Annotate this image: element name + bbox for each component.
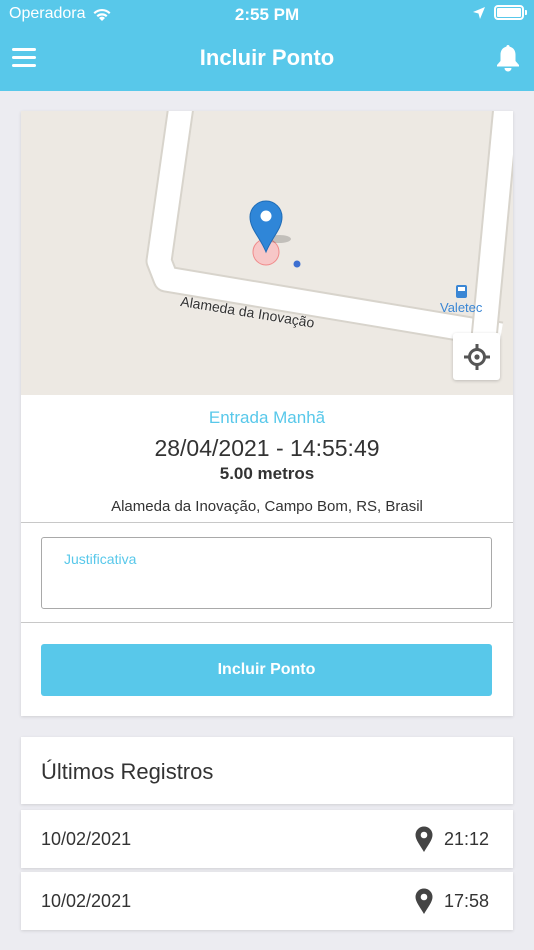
battery-icon bbox=[494, 5, 527, 20]
status-time: 2:55 PM bbox=[234, 5, 300, 24]
record-row[interactable]: 10/02/2021 17:58 bbox=[21, 872, 513, 930]
status-bar: Operadora 2:55 PM bbox=[0, 0, 534, 28]
divider bbox=[21, 622, 513, 623]
map-roads bbox=[145, 111, 513, 351]
bell-icon[interactable] bbox=[496, 44, 520, 72]
top-bar: Operadora 2:55 PM Incluir Ponto bbox=[0, 0, 534, 91]
nav-bar: Incluir Ponto bbox=[0, 28, 534, 91]
crosshair-icon bbox=[463, 343, 490, 370]
map-pin-icon[interactable] bbox=[415, 888, 433, 914]
submit-punch-button[interactable]: Incluir Ponto bbox=[41, 644, 492, 696]
records-title: Últimos Registros bbox=[41, 759, 214, 784]
page-title: Incluir Ponto bbox=[199, 45, 335, 70]
justification-field[interactable]: Justificativa bbox=[41, 537, 492, 609]
punch-card: Alameda da Inovação Valetec Entrada Manh… bbox=[21, 111, 513, 716]
record-date: 10/02/2021 bbox=[41, 829, 132, 849]
map-pin-icon[interactable] bbox=[415, 826, 433, 852]
status-right bbox=[472, 5, 527, 20]
divider bbox=[21, 522, 513, 523]
justification-label: Justificativa bbox=[64, 551, 137, 567]
record-row[interactable]: 10/02/2021 21:12 bbox=[21, 810, 513, 868]
punch-distance: 5.00 metros bbox=[219, 464, 315, 483]
map-view[interactable]: Alameda da Inovação Valetec bbox=[21, 111, 513, 395]
map-poi-label: Valetec bbox=[440, 300, 483, 315]
record-time: 17:58 bbox=[443, 891, 489, 911]
record-time: 21:12 bbox=[443, 829, 489, 849]
records-header-card: Últimos Registros bbox=[21, 737, 513, 804]
punch-datetime: 28/04/2021 - 14:55:49 bbox=[154, 435, 380, 461]
entry-type: Entrada Manhã bbox=[208, 408, 326, 427]
location-arrow-icon bbox=[473, 6, 485, 19]
locate-me-button[interactable] bbox=[453, 333, 500, 380]
record-date: 10/02/2021 bbox=[41, 891, 132, 911]
punch-address: Alameda da Inovação, Campo Bom, RS, Bras… bbox=[111, 498, 423, 515]
